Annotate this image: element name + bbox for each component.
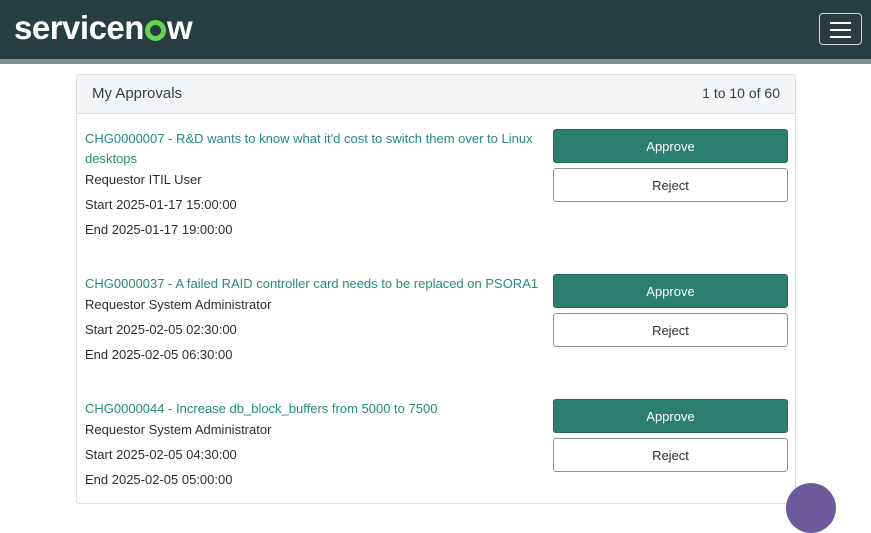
approval-link[interactable]: CHG0000044 - Increase db_block_buffers f…: [85, 399, 545, 419]
pagination-count: 1 to 10 of 60: [702, 85, 780, 101]
panel-header: My Approvals 1 to 10 of 60: [77, 75, 795, 114]
top-navigation-bar: servicen w: [0, 0, 871, 59]
hamburger-icon-line: [830, 29, 851, 31]
start-time-text: Start 2025-02-05 04:30:00: [85, 447, 237, 462]
my-approvals-panel: My Approvals 1 to 10 of 60 CHG0000007 - …: [76, 74, 796, 504]
end-time-text: End 2025-02-05 05:00:00: [85, 472, 233, 487]
hamburger-menu-button[interactable]: [819, 13, 862, 45]
approve-button[interactable]: Approve: [553, 274, 788, 308]
reject-button[interactable]: Reject: [553, 168, 788, 202]
reject-button[interactable]: Reject: [553, 313, 788, 347]
requestor-text: Requestor System Administrator: [85, 297, 272, 312]
end-time-text: End 2025-01-17 19:00:00: [85, 222, 233, 237]
reject-button[interactable]: Reject: [553, 438, 788, 472]
requestor-text: Requestor System Administrator: [85, 422, 272, 437]
approval-link[interactable]: CHG0000007 - R&D wants to know what it'd…: [85, 129, 545, 169]
header-divider: [0, 59, 871, 64]
hamburger-icon: [830, 22, 851, 24]
approve-button[interactable]: Approve: [553, 129, 788, 163]
approve-button[interactable]: Approve: [553, 399, 788, 433]
start-time-text: Start 2025-01-17 15:00:00: [85, 197, 237, 212]
panel-title: My Approvals: [92, 85, 183, 102]
floating-action-button[interactable]: [786, 483, 836, 533]
hamburger-icon-line: [830, 36, 851, 38]
end-time-text: End 2025-02-05 06:30:00: [85, 347, 233, 362]
logo-wordmark: servicen w: [14, 9, 193, 46]
servicenow-logo[interactable]: servicen w: [14, 8, 193, 48]
start-time-text: Start 2025-02-05 02:30:00: [85, 322, 237, 337]
requestor-text: Requestor ITIL User: [85, 172, 202, 187]
logo-o-icon: [144, 20, 166, 41]
approval-link[interactable]: CHG0000037 - A failed RAID controller ca…: [85, 274, 545, 294]
